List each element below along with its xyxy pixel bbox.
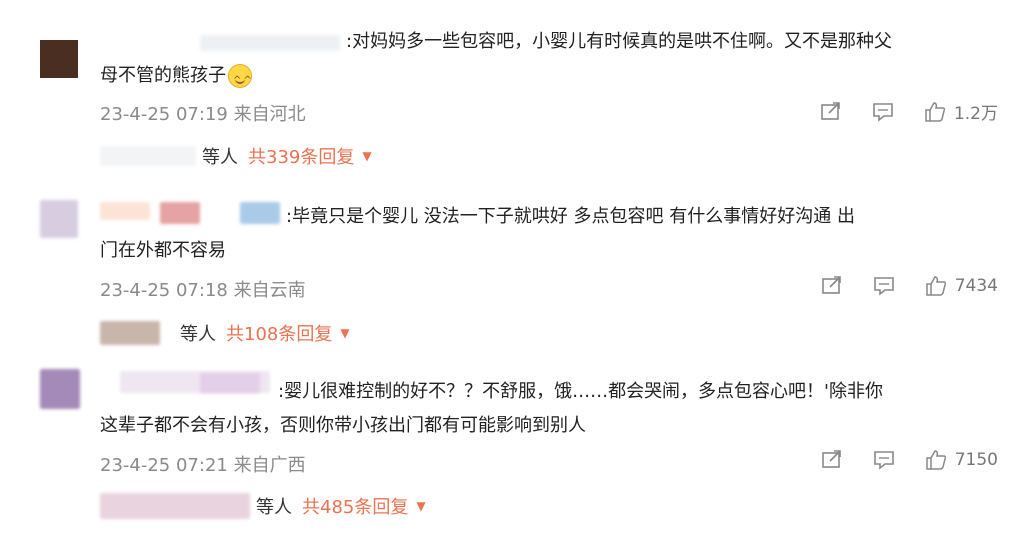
comment-text: :毕竟只是个婴儿 没法一下子就哄好 多点包容吧 有什么事情好好沟通 出 门在外都… [100, 206, 855, 261]
comment-button[interactable] [872, 102, 894, 122]
like-button[interactable]: 1.2万 [924, 99, 998, 124]
comment-item: :毕竟只是个婴儿 没法一下子就哄好 多点包容吧 有什么事情好好沟通 出 门在外都… [0, 180, 1024, 355]
like-count: 7434 [954, 276, 998, 296]
reply-names: 等人 [180, 324, 216, 345]
share-button[interactable] [820, 101, 842, 122]
avatar[interactable] [40, 369, 80, 409]
caret-down-icon: ▼ [362, 149, 372, 163]
share-button[interactable] [821, 276, 843, 296]
blurred-reply-avatars [100, 146, 196, 166]
like-button[interactable]: 7150 [925, 450, 998, 470]
share-button[interactable] [821, 450, 843, 470]
like-icon [925, 450, 946, 470]
avatar[interactable] [40, 200, 78, 238]
reply-count[interactable]: 共485条回复 [302, 493, 408, 519]
avatar[interactable] [40, 40, 78, 78]
reply-summary[interactable]: 等人 共339条回复 ▼ [100, 143, 372, 169]
comment-button[interactable] [873, 276, 895, 296]
share-icon [821, 450, 841, 468]
comment-actions: 1.2万 [790, 99, 998, 124]
comment-icon [873, 451, 894, 470]
like-icon [925, 101, 946, 122]
blurred-reply-avatars [100, 321, 160, 345]
comment-meta: 23-4-25 07:19 来自河北 [100, 104, 306, 125]
reply-names: 等人 [202, 147, 238, 168]
caret-down-icon: ▼ [416, 499, 426, 513]
like-icon [925, 276, 946, 296]
comment-actions: 7434 [791, 276, 998, 296]
like-count: 1.2万 [953, 104, 998, 124]
comment-button[interactable] [873, 450, 895, 470]
comment-text: :对妈妈多一些包容吧，小婴儿有时候真的是哄不住啊。又不是那种父 母不管的熊孩子 [100, 25, 1000, 98]
comment-text: :婴儿很难控制的好不？？不舒服，饿……都会哭闹，多点包容心吧！'除非你 这辈子都… [100, 381, 884, 436]
reply-count[interactable]: 共108条回复 [226, 320, 332, 346]
comment-item: :对妈妈多一些包容吧，小婴儿有时候真的是哄不住啊。又不是那种父 母不管的熊孩子 … [0, 0, 1024, 180]
comment-item: :婴儿很难控制的好不？？不舒服，饿……都会哭闹，多点包容心吧！'除非你 这辈子都… [0, 355, 1024, 536]
comment-actions: 7150 [791, 450, 998, 470]
reply-count[interactable]: 共339条回复 [248, 143, 354, 169]
reply-summary[interactable]: 等人 共108条回复 ▼ [100, 320, 350, 346]
like-button[interactable]: 7434 [925, 276, 998, 296]
blurred-reply-avatars [100, 493, 250, 519]
comment-meta: 23-4-25 07:21 来自广西 [100, 455, 306, 476]
comment-icon [873, 102, 893, 122]
caret-down-icon: ▼ [340, 326, 350, 340]
comment-meta: 23-4-25 07:18 来自云南 [100, 280, 306, 301]
share-icon [821, 101, 840, 120]
like-count: 7150 [954, 450, 998, 470]
reply-names: 等人 [256, 497, 292, 518]
reply-summary[interactable]: 等人 共485条回复 ▼ [100, 493, 426, 519]
comment-icon [873, 277, 894, 296]
share-icon [821, 276, 841, 294]
smile-emoji-icon [228, 64, 254, 98]
